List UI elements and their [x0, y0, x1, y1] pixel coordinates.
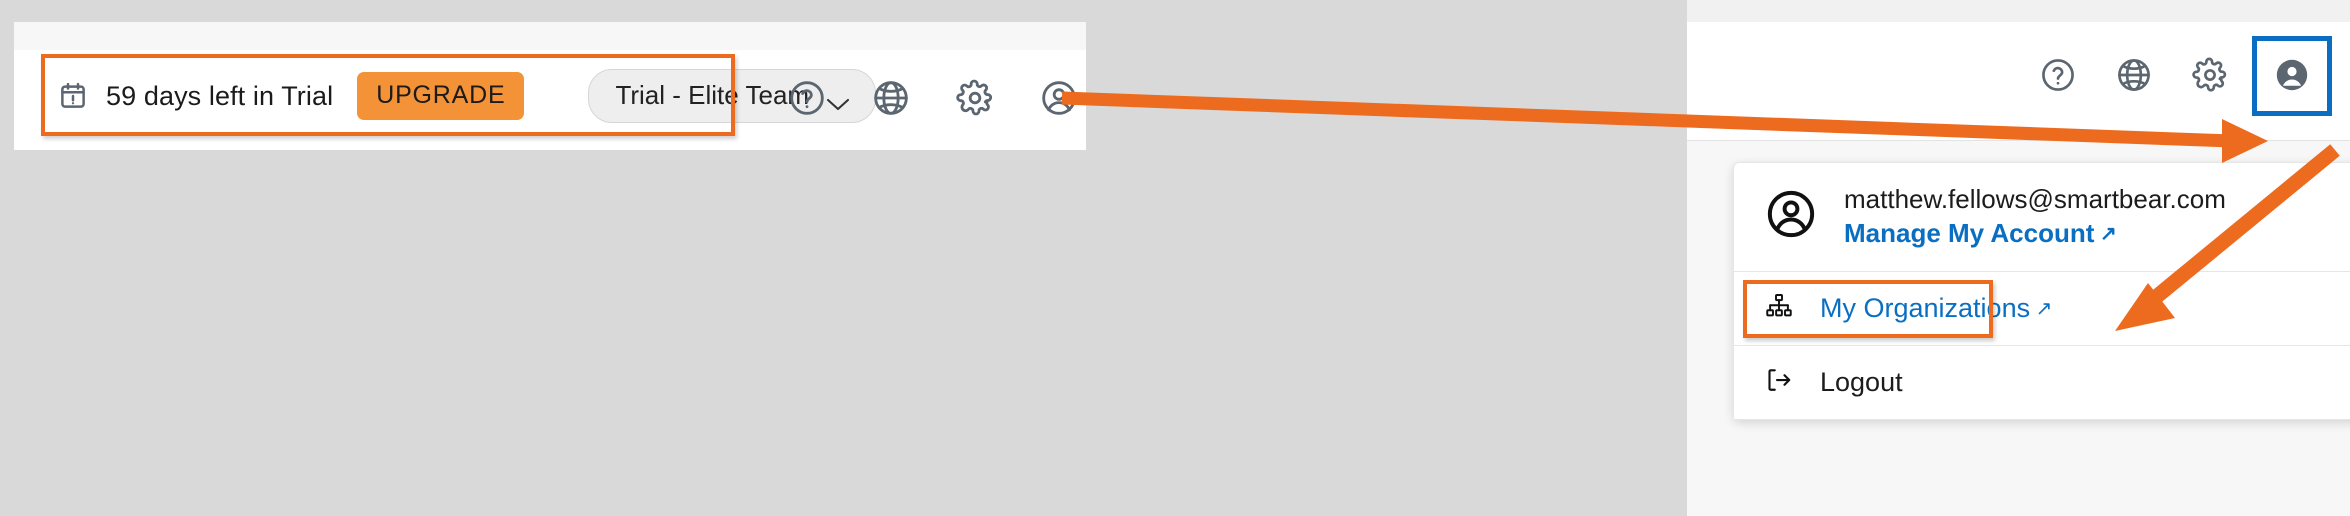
screenshot-stage: 59 days left in Trial UPGRADE Trial - El…: [0, 0, 2350, 516]
manage-my-account-link[interactable]: Manage My Account ↗: [1844, 217, 2226, 249]
right-panel-top-strip: [1687, 0, 2350, 22]
external-link-arrow-icon: ↗: [2030, 297, 2053, 320]
globe-icon-button[interactable]: [849, 76, 933, 120]
logout-icon: [1764, 365, 1794, 400]
account-avatar-icon: [1039, 78, 1079, 118]
dropdown-account-row: matthew.fellows@smartbear.com Manage My …: [1734, 163, 2350, 272]
settings-gear-icon-button[interactable]: [933, 76, 1017, 120]
menu-item-label: Logout: [1820, 366, 1903, 397]
account-avatar-icon-button-right[interactable]: [2252, 36, 2332, 116]
help-icon-button[interactable]: [765, 76, 849, 120]
left-toolbar-icons: [765, 76, 1101, 120]
account-avatar-icon: [2273, 56, 2311, 97]
globe-icon-button-right[interactable]: [2096, 40, 2172, 112]
upgrade-button[interactable]: UPGRADE: [357, 72, 525, 120]
external-link-arrow-icon: ↗: [2094, 222, 2117, 245]
account-dropdown-menu: matthew.fellows@smartbear.com Manage My …: [1733, 162, 2350, 420]
settings-gear-icon: [955, 78, 995, 118]
globe-icon: [2115, 56, 2153, 97]
settings-gear-icon-button-right[interactable]: [2172, 40, 2248, 112]
settings-gear-icon: [2191, 56, 2229, 97]
right-toolbar-icons: [2020, 36, 2332, 116]
manage-my-account-label: Manage My Account: [1844, 217, 2095, 248]
menu-item-logout[interactable]: Logout: [1734, 345, 2350, 419]
globe-icon: [871, 78, 911, 118]
trial-status-cluster: 59 days left in Trial UPGRADE Trial - El…: [58, 69, 877, 123]
account-email: matthew.fellows@smartbear.com: [1844, 184, 2226, 214]
help-icon-button-right[interactable]: [2020, 40, 2096, 112]
left-panel-top-strip: [14, 22, 1086, 50]
dropdown-account-text: matthew.fellows@smartbear.com Manage My …: [1844, 184, 2226, 249]
account-avatar-icon: [1764, 187, 1818, 246]
trial-days-text: 59 days left in Trial: [106, 80, 334, 111]
help-icon: [787, 78, 827, 118]
account-avatar-icon-button[interactable]: [1017, 76, 1101, 120]
help-icon: [2039, 56, 2077, 97]
menu-item-label: My Organizations ↗: [1820, 292, 2053, 323]
calendar-alert-icon: [58, 81, 88, 111]
menu-item-my-organizations[interactable]: My Organizations ↗: [1734, 271, 2350, 346]
org-hierarchy-icon: [1764, 291, 1794, 326]
